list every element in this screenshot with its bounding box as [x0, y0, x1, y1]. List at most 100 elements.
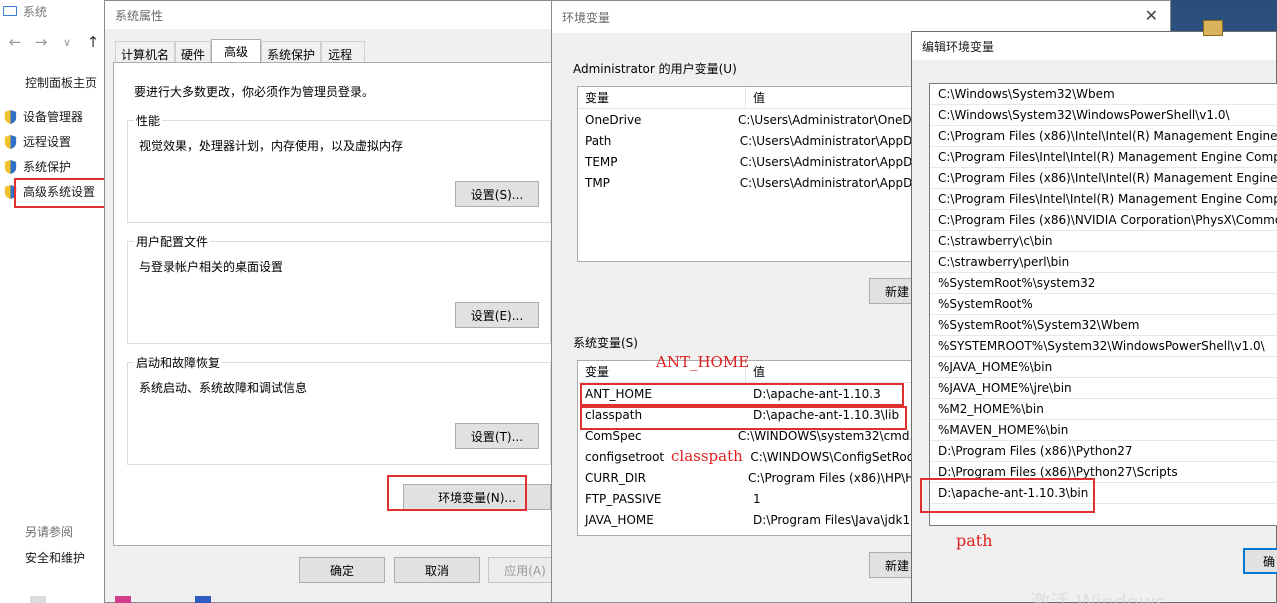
edit-env-dialog: 编辑环境变量 C:\Windows\System32\Wbem C:\Window…	[911, 31, 1277, 603]
path-entry[interactable]: %MAVEN_HOME%\bin	[930, 420, 1277, 441]
performance-desc: 视觉效果，处理器计划，内存使用，以及虚拟内存	[139, 139, 404, 153]
performance-title: 性能	[134, 112, 163, 129]
path-entry[interactable]: C:\Windows\System32\Wbem	[930, 84, 1277, 105]
system-var-row[interactable]: CURR_DIR C:\Program Files (x86)\HP\HP	[578, 467, 916, 488]
path-entry[interactable]: %JAVA_HOME%\jre\bin	[930, 378, 1277, 399]
system-var-row[interactable]: FTP_PASSIVE 1	[578, 488, 916, 509]
path-rows: C:\Windows\System32\Wbem C:\Windows\Syste…	[930, 84, 1277, 504]
variable-value: C:\WINDOWS\ConfigSetRoot	[750, 449, 916, 464]
path-entries-list[interactable]: C:\Windows\System32\Wbem C:\Windows\Syste…	[929, 83, 1277, 526]
user-vars-list[interactable]: 变量 值 OneDrive C:\Users\Administrator\OneD…	[577, 86, 917, 262]
user-var-row[interactable]: TMP C:\Users\Administrator\AppData	[578, 172, 916, 193]
up-arrow-icon[interactable]: ↑	[86, 33, 100, 51]
system-protection-link[interactable]: 系统保护	[3, 158, 71, 175]
tab-strip: 计算机名 硬件 高级 系统保护 远程	[115, 39, 366, 63]
control-panel-home-link[interactable]: 控制面板主页	[25, 74, 97, 91]
taskbar-app-icon[interactable]	[30, 596, 46, 603]
path-entry[interactable]: C:\Program Files\Intel\Intel(R) Manageme…	[930, 189, 1277, 210]
close-icon[interactable]: ✕	[1145, 6, 1158, 25]
path-entry[interactable]: C:\strawberry\c\bin	[930, 231, 1277, 252]
system-window: 系统 ← → ∨ ↑ 控制面板主页 设备管理器 远程设置 系统保护 高级系统设置…	[0, 0, 110, 603]
path-entry[interactable]: %SystemRoot%\System32\Wbem	[930, 315, 1277, 336]
desktop-folder-icon[interactable]	[1203, 20, 1223, 36]
cancel-button[interactable]: 取消	[394, 557, 480, 583]
tab-system-protection[interactable]: 系统保护	[261, 41, 322, 63]
path-entry[interactable]: C:\Program Files (x86)\NVIDIA Corporatio…	[930, 210, 1277, 231]
path-entry[interactable]: D:\apache-ant-1.10.3\bin	[930, 483, 1277, 504]
tab-advanced[interactable]: 高级	[211, 39, 262, 63]
user-profiles-settings-button[interactable]: 设置(E)...	[455, 302, 539, 328]
system-vars-list[interactable]: 变量 值 ANT_HOME D:\apache-ant-1.10.3 classpa…	[577, 360, 917, 536]
path-entry[interactable]: D:\Program Files (x86)\Python27	[930, 441, 1277, 462]
user-profiles-group: 用户配置文件 与登录帐户相关的桌面设置 设置(E)...	[127, 233, 551, 344]
variable-name: JAVA_HOME	[585, 512, 654, 527]
variable-name: ANT_HOME	[585, 386, 652, 401]
path-entry[interactable]: %M2_HOME%\bin	[930, 399, 1277, 420]
path-entry[interactable]: %SystemRoot%\system32	[930, 273, 1277, 294]
variable-value: C:\WINDOWS\system32\cmd.exe	[737, 428, 916, 443]
variable-value: C:\Users\Administrator\OneDrive	[737, 112, 916, 127]
startup-recovery-title: 启动和故障恢复	[134, 354, 223, 371]
variable-value: D:\Program Files\Java\jdk1	[753, 512, 911, 527]
variable-name: TMP	[585, 175, 610, 190]
system-titlebar: 系统	[0, 0, 109, 22]
system-var-row[interactable]: ANT_HOME D:\apache-ant-1.10.3	[578, 383, 916, 404]
path-entry[interactable]: %JAVA_HOME%\bin	[930, 357, 1277, 378]
device-manager-label: 设备管理器	[23, 110, 84, 124]
startup-recovery-desc: 系统启动、系统故障和调试信息	[139, 381, 308, 395]
environment-variables-button[interactable]: 环境变量(N)...	[403, 484, 551, 510]
tab-hardware[interactable]: 硬件	[175, 41, 212, 63]
admin-note: 要进行大多数更改，你必须作为管理员登录。	[134, 85, 375, 99]
variable-name: TEMP	[585, 154, 618, 169]
edit-ok-button[interactable]: 确	[1243, 548, 1277, 574]
path-entry[interactable]: C:\Program Files\Intel\Intel(R) Manageme…	[930, 147, 1277, 168]
system-var-row[interactable]: configsetroot C:\WINDOWS\ConfigSetRoot	[578, 446, 916, 467]
ok-button[interactable]: 确定	[299, 557, 385, 583]
taskbar-app-icon[interactable]	[195, 596, 211, 603]
remote-settings-label: 远程设置	[23, 135, 72, 149]
path-entry[interactable]: %SYSTEMROOT%\System32\WindowsPowerShell\…	[930, 336, 1277, 357]
col-value[interactable]: 值	[746, 89, 765, 106]
system-var-row[interactable]: JAVA_HOME D:\Program Files\Java\jdk1	[578, 509, 916, 530]
variable-value: 1	[753, 491, 761, 506]
tab-remote[interactable]: 远程	[321, 41, 366, 63]
performance-settings-button[interactable]: 设置(S)...	[455, 181, 539, 207]
variable-value: C:\Users\Administrator\AppData	[739, 133, 916, 148]
path-entry[interactable]: C:\Windows\System32\WindowsPowerShell\v1…	[930, 105, 1277, 126]
performance-group: 性能 视觉效果，处理器计划，内存使用，以及虚拟内存 设置(S)...	[127, 112, 551, 223]
system-var-row[interactable]: classpath D:\apache-ant-1.10.3\lib	[578, 404, 916, 425]
advanced-system-settings-link[interactable]: 高级系统设置	[3, 183, 95, 200]
path-entry[interactable]: C:\Program Files (x86)\Intel\Intel(R) Ma…	[930, 168, 1277, 189]
back-arrow-icon[interactable]: ←	[8, 33, 22, 51]
tab-computer-name[interactable]: 计算机名	[115, 41, 176, 63]
variable-name: Path	[585, 133, 612, 148]
variable-value: D:\apache-ant-1.10.3	[753, 386, 881, 401]
variable-name: FTP_PASSIVE	[585, 491, 662, 506]
user-vars-label: Administrator 的用户变量(U)	[573, 62, 737, 76]
shield-icon	[4, 109, 17, 124]
system-vars-rows: ANT_HOME D:\apache-ant-1.10.3 classpath D:\…	[578, 383, 916, 530]
system-protection-label: 系统保护	[23, 160, 72, 174]
system-var-row[interactable]: ComSpec C:\WINDOWS\system32\cmd.exe	[578, 425, 916, 446]
nav-bar: ← → ∨ ↑	[0, 22, 109, 62]
path-entry[interactable]: C:\strawberry\perl\bin	[930, 252, 1277, 273]
remote-settings-link[interactable]: 远程设置	[3, 133, 71, 150]
path-entry[interactable]: %SystemRoot%	[930, 294, 1277, 315]
variable-name: classpath	[585, 407, 643, 422]
user-var-row[interactable]: Path C:\Users\Administrator\AppData	[578, 130, 916, 151]
variable-value: C:\Users\Administrator\AppData	[739, 175, 916, 190]
col-variable[interactable]: 变量	[578, 87, 746, 108]
variable-name: OneDrive	[585, 112, 642, 127]
device-manager-link[interactable]: 设备管理器	[3, 108, 83, 125]
user-var-row[interactable]: OneDrive C:\Users\Administrator\OneDrive	[578, 109, 916, 130]
variable-name: ComSpec	[585, 428, 642, 443]
path-entry[interactable]: C:\Program Files (x86)\Intel\Intel(R) Ma…	[930, 126, 1277, 147]
forward-arrow-icon[interactable]: →	[34, 33, 48, 51]
startup-recovery-settings-button[interactable]: 设置(T)...	[455, 423, 539, 449]
security-maintenance-link[interactable]: 安全和维护	[25, 549, 85, 566]
path-entry[interactable]: D:\Program Files (x86)\Python27\Scripts	[930, 462, 1277, 483]
taskbar-app-icon[interactable]	[115, 596, 131, 603]
user-var-row[interactable]: TEMP C:\Users\Administrator\AppData	[578, 151, 916, 172]
variable-value: C:\Program Files (x86)\HP\HP	[747, 470, 916, 485]
chevron-down-icon[interactable]: ∨	[60, 36, 74, 49]
